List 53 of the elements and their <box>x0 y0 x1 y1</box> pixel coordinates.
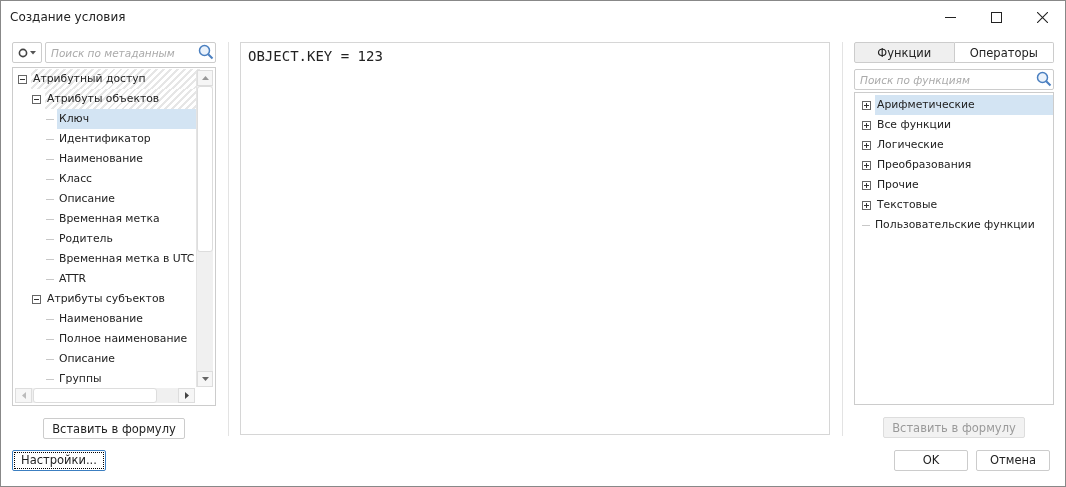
collapse-icon[interactable] <box>32 294 41 304</box>
caret-icon <box>30 50 36 55</box>
tree-item[interactable]: Все функции <box>875 115 953 135</box>
tab[interactable]: Операторы <box>954 42 1054 63</box>
down-arrow-icon[interactable] <box>201 377 209 381</box>
tree-item[interactable]: Пользовательские функции <box>873 215 1037 235</box>
search-field[interactable]: Поиск по метаданным <box>45 42 216 63</box>
collapse-icon[interactable] <box>32 94 41 104</box>
expand-icon[interactable] <box>862 200 871 210</box>
tree-item[interactable]: Временная метка в UTC <box>57 249 197 269</box>
tree-item[interactable]: Наименование <box>57 149 145 169</box>
vertical-scrollbar[interactable] <box>196 70 213 387</box>
tree-item[interactable]: Описание <box>57 349 117 369</box>
tree-item[interactable]: Полное наименование <box>57 329 190 349</box>
cancel-button[interactable]: Отмена <box>976 449 1050 471</box>
tree-item[interactable]: Группы <box>57 369 104 389</box>
collapse-icon[interactable] <box>18 74 27 84</box>
expand-icon[interactable] <box>862 100 871 110</box>
tree-item[interactable]: Наименование <box>57 309 145 329</box>
expand-icon[interactable] <box>862 180 871 190</box>
up-arrow-icon[interactable] <box>201 76 209 80</box>
settings-button[interactable]: Настройки... <box>12 449 106 471</box>
close-icon[interactable] <box>1036 11 1048 23</box>
tree-item[interactable]: Прочие <box>875 175 921 195</box>
filter-dropdown[interactable] <box>12 42 42 63</box>
tree-item[interactable]: Арифметические <box>875 95 1053 115</box>
search-icon[interactable] <box>1036 71 1052 87</box>
tree-item[interactable]: Логические <box>875 135 946 155</box>
horizontal-scrollbar[interactable] <box>15 388 195 403</box>
tree-item[interactable]: Родитель <box>57 229 115 249</box>
tree-item[interactable]: Описание <box>57 189 117 209</box>
tree-item[interactable]: Текстовые <box>875 195 940 215</box>
search-icon[interactable] <box>198 44 214 60</box>
minimize-icon[interactable] <box>944 16 956 18</box>
tree-item[interactable]: Атрибутный доступ <box>31 69 200 89</box>
window-title: Создание условия <box>10 10 127 24</box>
tree-item[interactable]: Атрибуты субъектов <box>45 289 167 309</box>
tree-item[interactable]: Временная метка <box>57 209 162 229</box>
right-arrow-icon[interactable] <box>184 392 189 399</box>
expand-icon[interactable] <box>862 120 871 130</box>
tree-item[interactable]: Класс <box>57 169 95 189</box>
maximize-icon[interactable] <box>990 11 1002 23</box>
ok-button[interactable]: OK <box>894 449 968 471</box>
expand-icon[interactable] <box>862 140 871 150</box>
expand-icon[interactable] <box>862 160 871 170</box>
tree-item[interactable]: Преобразования <box>875 155 974 175</box>
tree-item[interactable]: ATTR <box>57 269 89 289</box>
formula-editor[interactable]: OBJECT.KEY = 123 <box>240 42 830 435</box>
tree-item[interactable]: Идентификатор <box>57 129 153 149</box>
search-field[interactable]: Поиск по функциям <box>854 69 1054 90</box>
tab[interactable]: Функции <box>854 42 955 63</box>
insert-button[interactable]: Вставить в формулу <box>43 418 185 439</box>
ring-icon <box>18 47 28 58</box>
